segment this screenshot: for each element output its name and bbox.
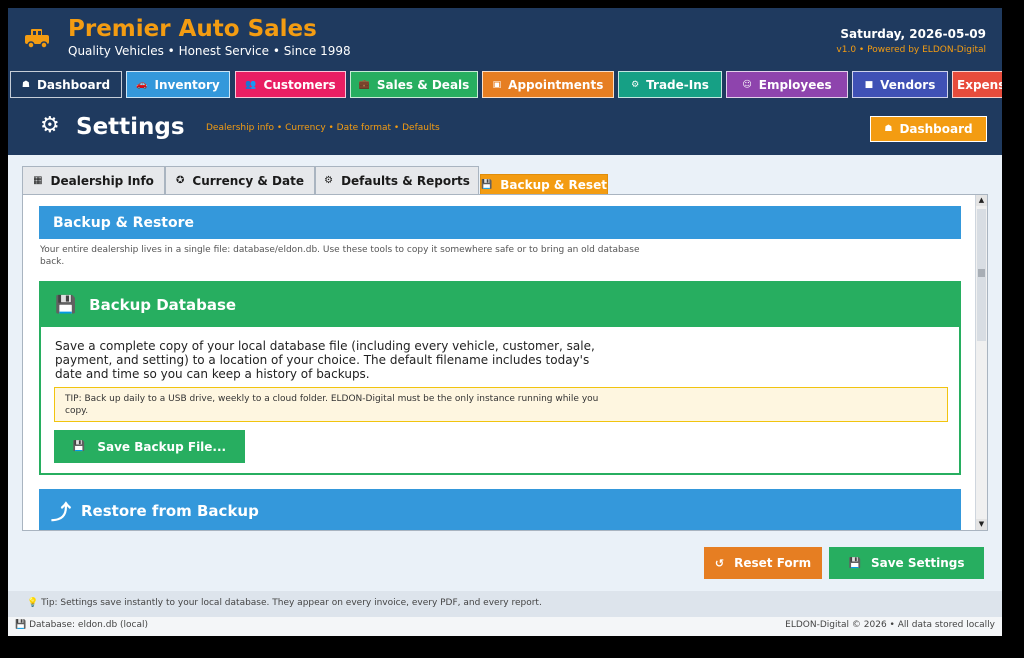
nav-label: Trade-Ins: [646, 77, 709, 92]
nav-label: Appointments: [508, 77, 604, 92]
restore-section-header: ⤴ Restore from Backup: [39, 489, 961, 530]
tab-label: Currency & Date: [192, 173, 304, 188]
backup-tip: TIP: Back up daily to a USB drive, weekl…: [54, 387, 948, 422]
nav-dashboard[interactable]: ☗ Dashboard: [10, 71, 122, 98]
nav-label: Customers: [263, 77, 336, 92]
footer-tip-text: Tip: Settings save instantly to your loc…: [41, 598, 542, 608]
floppy-icon: 💾: [15, 620, 27, 630]
tab-currency-date[interactable]: ✪ Currency & Date: [165, 166, 315, 195]
tab-label: Dealership Info: [50, 173, 154, 188]
tab-label: Backup & Reset: [500, 178, 607, 192]
nav-label: Employees: [758, 77, 832, 92]
scrollbar-grip: [978, 269, 985, 277]
reset-form-button[interactable]: ↺ Reset Form: [704, 547, 822, 579]
box-icon: ■: [864, 79, 874, 90]
gear-icon: ⚙: [40, 113, 60, 138]
app-window: Premier Auto Sales Quality Vehicles • Ho…: [8, 8, 1002, 636]
globe-icon: ✪: [176, 175, 185, 186]
current-date: Saturday, 2026-05-09: [840, 27, 986, 41]
lightbulb-icon: 💡: [27, 598, 39, 608]
car-icon: 🚗: [136, 79, 148, 90]
home-icon: ☗: [884, 124, 893, 134]
tab-label: Defaults & Reports: [341, 173, 470, 188]
scroll-down-icon[interactable]: ▼: [976, 519, 987, 530]
building-icon: ▦: [33, 175, 43, 186]
page-header: ⚙ Settings Dealership info • Currency • …: [8, 104, 1002, 155]
app-tagline: Quality Vehicles • Honest Service • Sinc…: [68, 44, 351, 58]
save-backup-button[interactable]: 💾 Save Backup File...: [54, 430, 245, 463]
nav-label: Inventory: [154, 77, 220, 92]
tab-defaults-reports[interactable]: ⚙ Defaults & Reports: [315, 166, 479, 195]
nav-sales-deals[interactable]: 💼 Sales & Deals: [350, 71, 478, 98]
nav-vendors[interactable]: ■ Vendors: [852, 71, 948, 98]
reset-icon: ↺: [714, 556, 725, 570]
dashboard-button[interactable]: ☗ Dashboard: [870, 116, 987, 142]
nav-label: Expens: [957, 77, 1002, 92]
arrow-up-icon: ⤴: [51, 500, 71, 524]
nav-label: Dashboard: [36, 77, 111, 92]
version-label: v1.0 • Powered by ELDON-Digital: [836, 45, 986, 55]
page-title: Settings: [76, 114, 185, 140]
nav-label: Vendors: [880, 77, 936, 92]
floppy-icon: 💾: [481, 180, 493, 190]
home-icon: ☗: [21, 79, 30, 90]
restore-title: Restore from Backup: [81, 501, 259, 520]
settings-panel: Backup & Restore Your entire dealership …: [22, 194, 988, 531]
scroll-up-icon[interactable]: ▲: [976, 195, 987, 206]
panel-scrollbar[interactable]: ▲ ▼: [975, 195, 987, 530]
section-title: Backup & Restore: [39, 206, 961, 239]
save-backup-label: Save Backup File...: [97, 439, 227, 454]
nav-expenses[interactable]: Expens: [952, 71, 1002, 98]
nav-employees[interactable]: ☺ Employees: [726, 71, 848, 98]
copyright: ELDON-Digital © 2026 • All data stored l…: [785, 620, 995, 630]
database-status: 💾 Database: eldon.db (local): [15, 620, 148, 630]
dashboard-button-label: Dashboard: [899, 122, 973, 136]
floppy-icon: 💾: [55, 295, 77, 315]
car-icon: [25, 29, 49, 49]
footer-tip: 💡 Tip: Settings save instantly to your l…: [8, 591, 1002, 617]
status-bar: 💾 Database: eldon.db (local) ELDON-Digit…: [8, 617, 1002, 636]
backup-card-header: 💾 Backup Database: [41, 283, 959, 327]
nav-customers[interactable]: 👥 Customers: [235, 71, 346, 98]
gear-icon: ⚙: [324, 175, 334, 186]
backup-tip-text: TIP: Back up daily to a USB drive, weekl…: [65, 394, 599, 416]
backup-card-title: Backup Database: [89, 296, 237, 314]
app-header: Premier Auto Sales Quality Vehicles • Ho…: [8, 8, 1002, 66]
backup-description: Save a complete copy of your local datab…: [55, 339, 595, 381]
save-settings-button[interactable]: 💾 Save Settings: [829, 547, 984, 579]
tab-dealership-info[interactable]: ▦ Dealership Info: [22, 166, 165, 195]
team-icon: ☺: [742, 79, 752, 90]
save-settings-label: Save Settings: [870, 556, 965, 570]
people-icon: 👥: [245, 79, 257, 90]
briefcase-icon: 💼: [358, 79, 370, 90]
floppy-icon: 💾: [72, 441, 86, 452]
floppy-icon: 💾: [848, 557, 861, 569]
page-subtitle: Dealership info • Currency • Date format…: [206, 123, 440, 133]
nav-inventory[interactable]: 🚗 Inventory: [126, 71, 230, 98]
reset-form-label: Reset Form: [734, 556, 812, 570]
calendar-icon: ▣: [492, 79, 502, 90]
main-nav: ☗ Dashboard 🚗 Inventory 👥 Customers 💼 Sa…: [8, 66, 1002, 104]
tab-backup-reset[interactable]: 💾 Backup & Reset: [480, 174, 608, 196]
exchange-icon: ⚙: [631, 79, 640, 90]
app-title: Premier Auto Sales: [68, 16, 317, 42]
nav-appointments[interactable]: ▣ Appointments: [482, 71, 614, 98]
backup-card: 💾 Backup Database Save a complete copy o…: [39, 281, 961, 475]
nav-label: Sales & Deals: [376, 77, 470, 92]
nav-trade-ins[interactable]: ⚙ Trade-Ins: [618, 71, 722, 98]
database-status-text: Database: eldon.db (local): [29, 620, 149, 630]
section-intro: Your entire dealership lives in a single…: [40, 245, 640, 267]
